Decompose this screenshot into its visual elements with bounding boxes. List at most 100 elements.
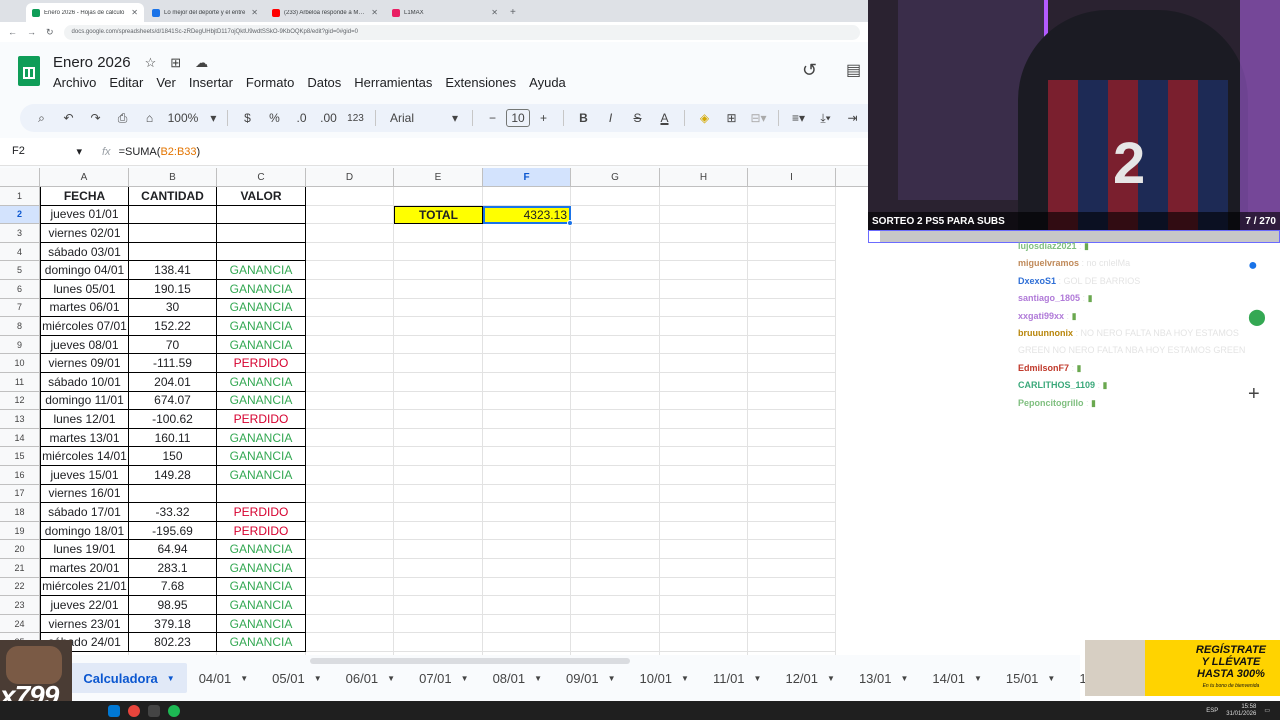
- empty-cell[interactable]: [394, 540, 483, 559]
- empty-cell[interactable]: [394, 633, 483, 652]
- cantidad-cell[interactable]: 674.07: [129, 391, 217, 411]
- empty-cell[interactable]: [483, 391, 571, 411]
- empty-cell[interactable]: [571, 317, 660, 336]
- empty-cell[interactable]: [483, 428, 571, 448]
- contacts-icon[interactable]: ●: [1248, 257, 1258, 275]
- empty-cell[interactable]: [394, 224, 483, 243]
- empty-cell[interactable]: [571, 503, 660, 522]
- close-icon[interactable]: ✕: [131, 8, 138, 17]
- empty-cell[interactable]: [483, 596, 571, 615]
- empty-cell[interactable]: [660, 335, 748, 355]
- empty-cell[interactable]: [306, 280, 394, 299]
- valor-cell[interactable]: GANANCIA: [217, 317, 306, 336]
- row-header[interactable]: 8: [0, 317, 40, 336]
- empty-cell[interactable]: [660, 391, 748, 411]
- empty-cell[interactable]: [660, 242, 748, 262]
- valor-cell[interactable]: GANANCIA: [217, 261, 306, 280]
- formula-input[interactable]: =SUMA(B2:B33): [119, 146, 201, 158]
- valor-cell[interactable]: GANANCIA: [217, 633, 306, 652]
- empty-cell[interactable]: [394, 280, 483, 299]
- row-header[interactable]: 15: [0, 447, 40, 466]
- valor-cell[interactable]: GANANCIA: [217, 298, 306, 318]
- empty-cell[interactable]: [483, 317, 571, 336]
- empty-cell[interactable]: [660, 224, 748, 243]
- sheets-logo-icon[interactable]: [18, 56, 40, 86]
- empty-cell[interactable]: [748, 484, 836, 504]
- spotify-icon[interactable]: [168, 704, 180, 717]
- empty-cell[interactable]: [748, 242, 836, 262]
- fecha-cell[interactable]: miércoles 14/01: [40, 447, 129, 466]
- empty-cell[interactable]: [483, 187, 571, 206]
- empty-cell[interactable]: [571, 298, 660, 318]
- empty-cell[interactable]: [306, 614, 394, 634]
- text-color-icon[interactable]: A: [651, 106, 678, 130]
- empty-cell[interactable]: [660, 466, 748, 485]
- empty-cell[interactable]: [394, 614, 483, 634]
- empty-cell[interactable]: [660, 559, 748, 578]
- new-tab-icon[interactable]: +: [510, 3, 516, 22]
- redo-icon[interactable]: ↷: [82, 106, 109, 130]
- fecha-cell[interactable]: jueves 15/01: [40, 466, 129, 485]
- valor-cell[interactable]: GANANCIA: [217, 280, 306, 299]
- row-header[interactable]: 12: [0, 391, 40, 411]
- cantidad-cell[interactable]: 98.95: [129, 596, 217, 615]
- cantidad-cell[interactable]: 204.01: [129, 373, 217, 392]
- reload-icon[interactable]: ↻: [46, 27, 54, 38]
- empty-cell[interactable]: [571, 205, 660, 225]
- fecha-cell[interactable]: miércoles 21/01: [40, 577, 129, 597]
- fecha-cell[interactable]: sábado 17/01: [40, 503, 129, 522]
- empty-cell[interactable]: [748, 335, 836, 355]
- empty-cell[interactable]: [483, 373, 571, 392]
- empty-cell[interactable]: [571, 577, 660, 597]
- empty-cell[interactable]: [571, 335, 660, 355]
- paint-format-icon[interactable]: ⌂: [136, 106, 163, 130]
- merge-cells-icon[interactable]: ⊟▾: [745, 106, 772, 130]
- valor-cell[interactable]: GANANCIA: [217, 614, 306, 634]
- valor-cell[interactable]: [217, 484, 306, 504]
- row-header[interactable]: 14: [0, 428, 40, 448]
- zoom-select[interactable]: 100% ▾: [163, 106, 221, 130]
- add-addon-icon[interactable]: +: [1248, 383, 1260, 406]
- cantidad-cell[interactable]: 30: [129, 298, 217, 318]
- fecha-cell[interactable]: martes 06/01: [40, 298, 129, 318]
- row-header[interactable]: 23: [0, 596, 40, 615]
- empty-cell[interactable]: [306, 298, 394, 318]
- empty-cell[interactable]: [748, 298, 836, 318]
- empty-cell[interactable]: [571, 447, 660, 466]
- row-header[interactable]: 1: [0, 187, 40, 206]
- cantidad-cell[interactable]: 64.94: [129, 540, 217, 559]
- valor-cell[interactable]: GANANCIA: [217, 373, 306, 392]
- empty-cell[interactable]: [483, 280, 571, 299]
- empty-cell[interactable]: [571, 187, 660, 206]
- notifications-icon[interactable]: ▭: [1264, 707, 1270, 714]
- empty-cell[interactable]: [748, 559, 836, 578]
- valor-cell[interactable]: GANANCIA: [217, 428, 306, 448]
- fecha-cell[interactable]: sábado 10/01: [40, 373, 129, 392]
- cantidad-cell[interactable]: 379.18: [129, 614, 217, 634]
- empty-cell[interactable]: [483, 298, 571, 318]
- row-header[interactable]: 5: [0, 261, 40, 280]
- empty-cell[interactable]: [394, 596, 483, 615]
- browser-tab[interactable]: (233) Arbeloa responde a Mbap ✕: [266, 3, 384, 22]
- empty-cell[interactable]: [306, 317, 394, 336]
- empty-cell[interactable]: [660, 261, 748, 280]
- start-icon[interactable]: [108, 704, 120, 717]
- fecha-cell[interactable]: lunes 19/01: [40, 540, 129, 559]
- search-menus-icon[interactable]: ⌕: [28, 106, 55, 130]
- empty-cell[interactable]: [748, 614, 836, 634]
- empty-cell[interactable]: [306, 484, 394, 504]
- empty-cell[interactable]: [660, 373, 748, 392]
- empty-cell[interactable]: [571, 354, 660, 373]
- comments-icon[interactable]: ▤: [846, 60, 861, 80]
- empty-cell[interactable]: [306, 447, 394, 466]
- column-header[interactable]: A: [40, 168, 129, 187]
- valor-cell[interactable]: GANANCIA: [217, 559, 306, 578]
- empty-cell[interactable]: [483, 503, 571, 522]
- empty-cell[interactable]: [483, 540, 571, 559]
- print-icon[interactable]: ⎙: [109, 106, 136, 130]
- empty-cell[interactable]: [394, 298, 483, 318]
- menu-item[interactable]: Datos: [307, 75, 341, 90]
- empty-cell[interactable]: [483, 224, 571, 243]
- cantidad-cell[interactable]: 150: [129, 447, 217, 466]
- empty-cell[interactable]: [571, 521, 660, 541]
